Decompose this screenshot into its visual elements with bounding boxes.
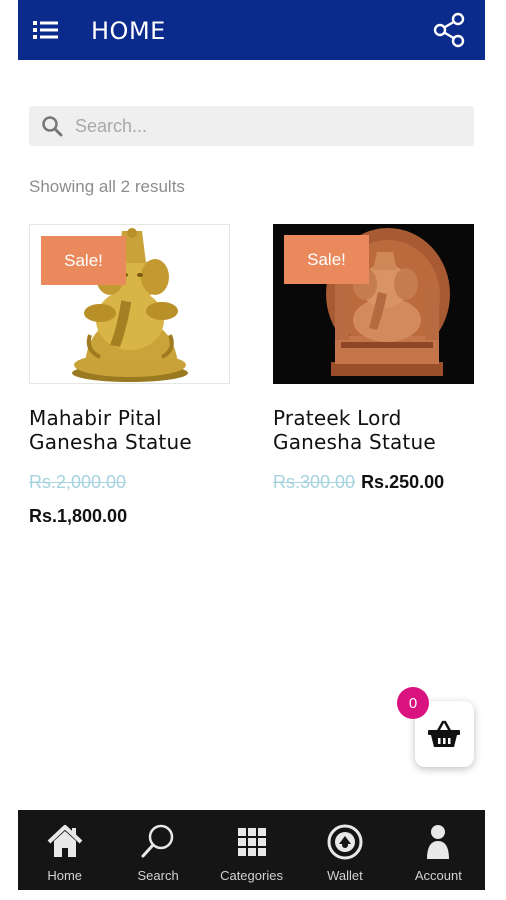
nav-search[interactable]: Search [111, 810, 204, 890]
original-price: Rs.2,000.00 [29, 472, 127, 492]
nav-label: Home [47, 868, 83, 883]
sale-price: Rs.250.00 [361, 472, 445, 492]
cart-count-badge: 0 [397, 687, 429, 719]
home-icon [47, 825, 83, 857]
sale-price: Rs.1,800.00 [29, 506, 128, 526]
product-name[interactable]: Prateek Lord Ganesha Statue [273, 406, 474, 454]
product-card[interactable]: Sale! Mahabir Pital Ganesha Statue Rs.2,… [29, 224, 230, 527]
search-icon [42, 116, 63, 137]
search-bar[interactable] [29, 106, 474, 146]
search-icon [141, 824, 174, 858]
product-name[interactable]: Mahabir Pital Ganesha Statue [29, 406, 230, 454]
nav-home[interactable]: Home [18, 810, 111, 890]
results-count: Showing all 2 results [29, 177, 185, 196]
bottom-navigation: Home Search Categories Wallet Account [18, 810, 485, 890]
search-input[interactable] [73, 114, 457, 138]
page-title: HOME [91, 17, 166, 45]
nav-label: Wallet [327, 868, 363, 883]
sale-badge: Sale! [284, 235, 369, 284]
nav-label: Search [137, 868, 179, 883]
app-screen: HOME Showing all 2 results [18, 0, 485, 890]
original-price: Rs.300.00 [273, 472, 356, 492]
shopping-basket-icon [428, 720, 460, 747]
nav-wallet[interactable]: Wallet [298, 810, 391, 890]
product-image[interactable]: Sale! [273, 224, 474, 384]
top-app-bar: HOME [18, 0, 485, 60]
product-image[interactable]: Sale! [29, 224, 230, 384]
nav-account[interactable]: Account [392, 810, 485, 890]
share-icon[interactable] [431, 12, 467, 48]
nav-categories[interactable]: Categories [205, 810, 298, 890]
product-card[interactable]: Sale! Prateek Lord Ganesha Statue Rs.300… [273, 224, 474, 493]
grid-icon [237, 828, 266, 856]
account-icon [427, 825, 450, 859]
nav-label: Categories [220, 868, 283, 883]
price-line: Rs.300.00 Rs.250.00 [273, 472, 474, 493]
list-menu-icon[interactable] [32, 18, 60, 42]
wallet-icon [327, 824, 363, 860]
sale-badge: Sale! [41, 236, 126, 285]
price-line: Rs.2,000.00 Rs.1,800.00 [29, 472, 230, 527]
cart-button[interactable]: 0 [397, 687, 474, 767]
nav-label: Account [414, 868, 462, 883]
